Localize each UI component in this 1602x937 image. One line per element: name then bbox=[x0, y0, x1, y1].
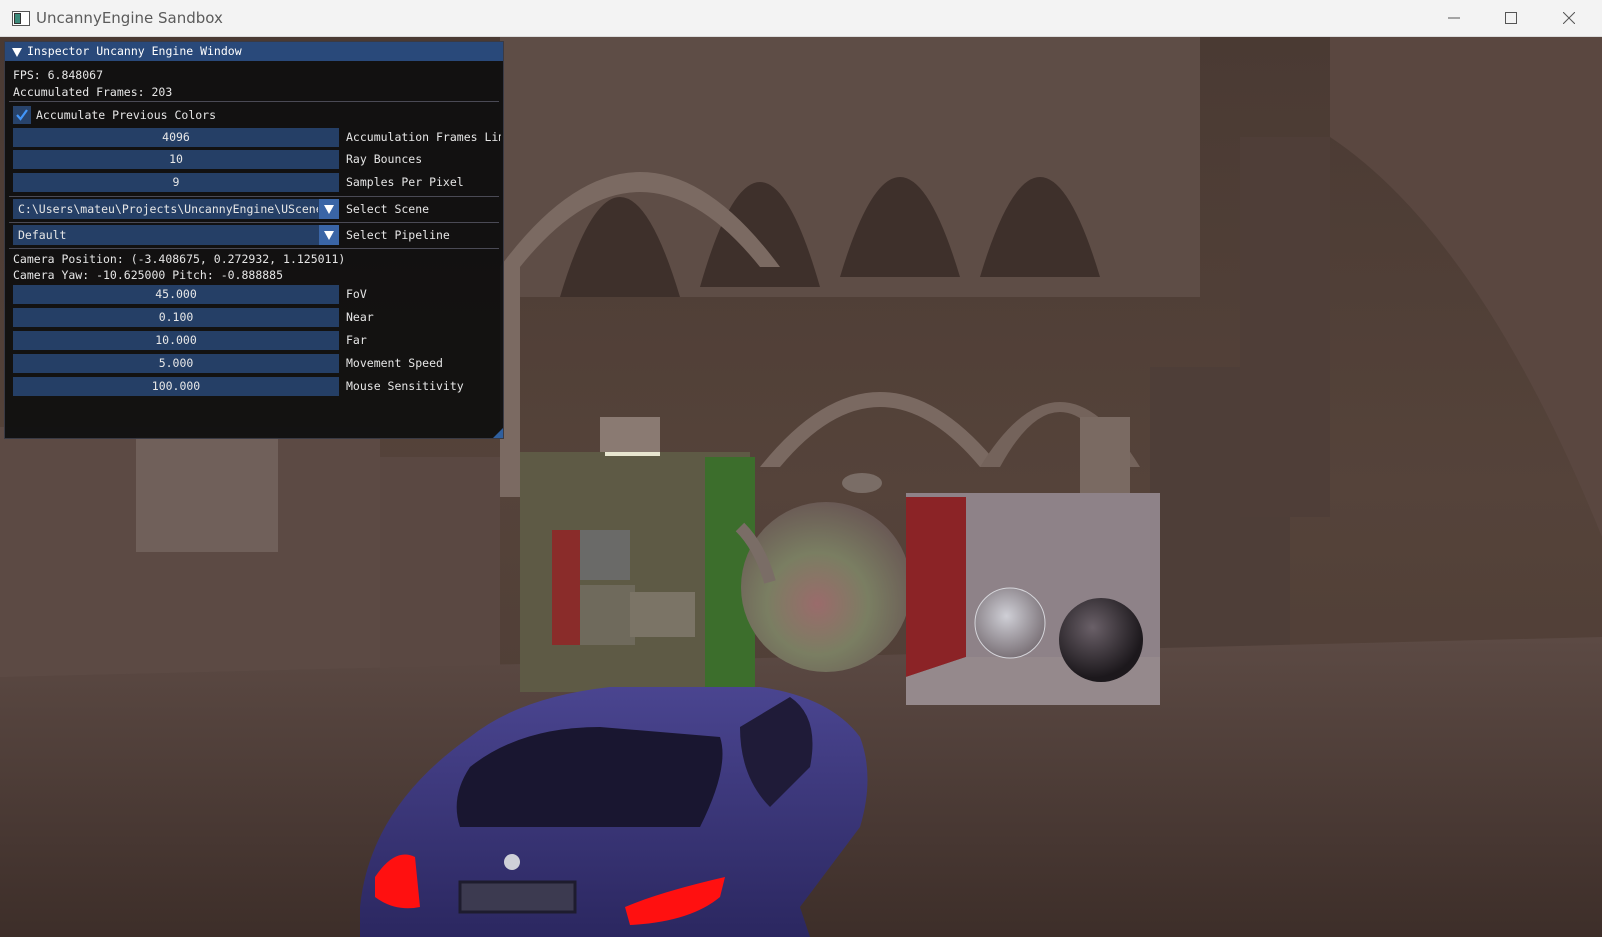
scene-select-label: Select Scene bbox=[346, 202, 430, 216]
near-label: Near bbox=[346, 310, 374, 324]
separator bbox=[9, 222, 499, 223]
ray-bounces-input[interactable]: 10 bbox=[13, 150, 339, 169]
chevron-down-icon bbox=[324, 231, 334, 240]
scene-select-combo[interactable]: C:\Users\mateu\Projects\UncannyEngine\US… bbox=[13, 199, 339, 219]
chevron-down-icon bbox=[324, 205, 334, 214]
far-input[interactable]: 10.000 bbox=[13, 331, 339, 350]
collapse-arrow-icon[interactable] bbox=[12, 48, 22, 57]
near-input[interactable]: 0.100 bbox=[13, 308, 339, 327]
fov-label: FoV bbox=[346, 287, 367, 301]
window-title: UncannyEngine Sandbox bbox=[36, 9, 223, 27]
pipeline-dropdown-button[interactable] bbox=[319, 225, 339, 245]
pipeline-select-combo[interactable]: Default bbox=[13, 225, 339, 245]
movement-speed-input[interactable]: 5.000 bbox=[13, 354, 339, 373]
separator bbox=[9, 196, 499, 197]
ray-bounces-label: Ray Bounces bbox=[346, 152, 423, 166]
inspector-title: Inspector Uncanny Engine Window bbox=[27, 44, 242, 58]
mouse-sensitivity-input[interactable]: 100.000 bbox=[13, 377, 339, 396]
pipeline-select-label: Select Pipeline bbox=[346, 228, 450, 242]
app-icon bbox=[12, 11, 30, 26]
maximize-icon bbox=[1505, 12, 1517, 24]
accumulate-checkbox[interactable] bbox=[13, 106, 31, 124]
window-title-bar: UncannyEngine Sandbox bbox=[0, 0, 1602, 37]
maximize-button[interactable] bbox=[1489, 0, 1535, 37]
checkmark-icon bbox=[16, 109, 28, 121]
samples-per-pixel-input[interactable]: 9 bbox=[13, 173, 339, 192]
close-icon bbox=[1563, 12, 1575, 24]
mouse-sensitivity-label: Mouse Sensitivity bbox=[346, 379, 464, 393]
inspector-window[interactable]: Inspector Uncanny Engine Window FPS: 6.8… bbox=[4, 41, 504, 439]
camera-angles-text: Camera Yaw: -10.625000 Pitch: -0.888885 bbox=[13, 268, 284, 282]
accumulation-frames-limit-label: Accumulation Frames Limit bbox=[346, 130, 501, 144]
close-button[interactable] bbox=[1547, 0, 1593, 37]
accumulated-frames-text: Accumulated Frames: 203 bbox=[13, 85, 173, 99]
separator bbox=[9, 101, 499, 102]
fov-input[interactable]: 45.000 bbox=[13, 285, 339, 304]
inspector-title-bar[interactable]: Inspector Uncanny Engine Window bbox=[5, 42, 503, 61]
far-label: Far bbox=[346, 333, 367, 347]
samples-per-pixel-label: Samples Per Pixel bbox=[346, 175, 464, 189]
fps-text: FPS: 6.848067 bbox=[13, 68, 104, 82]
movement-speed-label: Movement Speed bbox=[346, 356, 443, 370]
pipeline-select-value: Default bbox=[18, 228, 67, 242]
camera-position-text: Camera Position: (-3.408675, 0.272932, 1… bbox=[13, 252, 346, 266]
accumulation-frames-limit-input[interactable]: 4096 bbox=[13, 128, 339, 147]
accumulate-checkbox-label[interactable]: Accumulate Previous Colors bbox=[36, 108, 216, 122]
resize-grip-icon[interactable] bbox=[493, 428, 503, 438]
separator bbox=[9, 248, 499, 249]
minimize-button[interactable] bbox=[1432, 0, 1478, 37]
scene-dropdown-button[interactable] bbox=[319, 199, 339, 219]
scene-select-value: C:\Users\mateu\Projects\UncannyEngine\US… bbox=[18, 202, 318, 216]
minimize-icon bbox=[1448, 17, 1460, 19]
